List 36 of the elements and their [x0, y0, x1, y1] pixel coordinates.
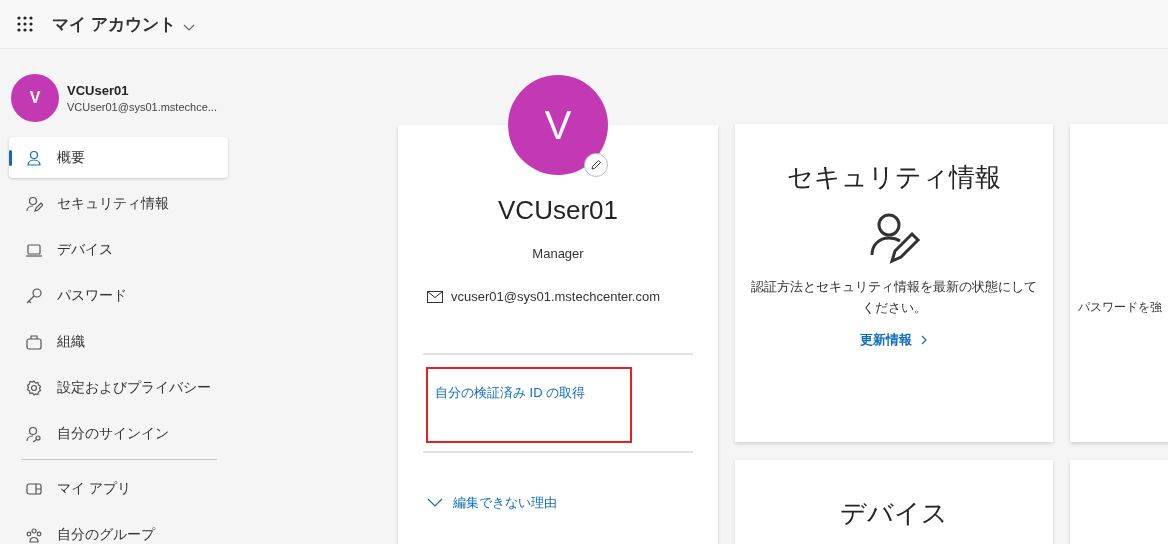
user-email: VCUser01@sys01.mstechce...	[67, 101, 217, 113]
user-name: VCUser01	[67, 83, 130, 98]
app-title[interactable]: マイ アカウント	[52, 12, 176, 36]
pencil-icon	[590, 159, 602, 171]
nav-item[interactable]: 設定およびプライバシー	[9, 367, 228, 408]
nav-icon	[25, 424, 43, 443]
chevron-right-icon	[920, 334, 928, 345]
card-description: パスワードを強	[1078, 299, 1163, 316]
mail-icon	[427, 290, 443, 303]
nav-icon	[25, 194, 43, 213]
update-info-link[interactable]: 更新情報	[860, 330, 928, 349]
card-title: デバイス	[840, 497, 948, 530]
expander-button[interactable]: 編集できない理由	[423, 493, 693, 513]
profile-email: vcuser01@sys01.mstechcenter.com	[451, 289, 660, 304]
nav-icon	[25, 286, 43, 305]
user-avatar: V	[11, 74, 59, 122]
nav-item[interactable]: デバイス	[9, 229, 228, 270]
profile-name: VCUser01	[497, 195, 619, 226]
nav-item[interactable]: 自分のサインイン	[9, 413, 228, 454]
nav-item[interactable]: パスワード	[9, 275, 228, 316]
nav-item[interactable]: マイ アプリ	[9, 468, 228, 509]
nav-item[interactable]: 概要	[9, 137, 228, 178]
nav-item[interactable]: 自分のグループ	[9, 514, 228, 544]
card-title: セキュリティ情報	[787, 161, 1001, 194]
nav-icon	[25, 148, 43, 167]
nav-item[interactable]: 組織	[9, 321, 228, 362]
job-title: Manager	[531, 246, 585, 261]
nav-icon	[25, 378, 43, 397]
nav-item[interactable]: セキュリティ情報	[9, 183, 228, 224]
card-description: 認証方法とセキュリティ情報を最新の状態にしてください。	[750, 278, 1038, 317]
profile-avatar: V	[508, 75, 608, 175]
nav-icon	[25, 332, 43, 351]
verified-id-link[interactable]: 自分の検証済み ID の取得	[435, 385, 586, 400]
chevron-icon	[427, 498, 443, 508]
app-launcher-icon[interactable]	[16, 15, 34, 33]
nav-icon	[25, 525, 43, 544]
